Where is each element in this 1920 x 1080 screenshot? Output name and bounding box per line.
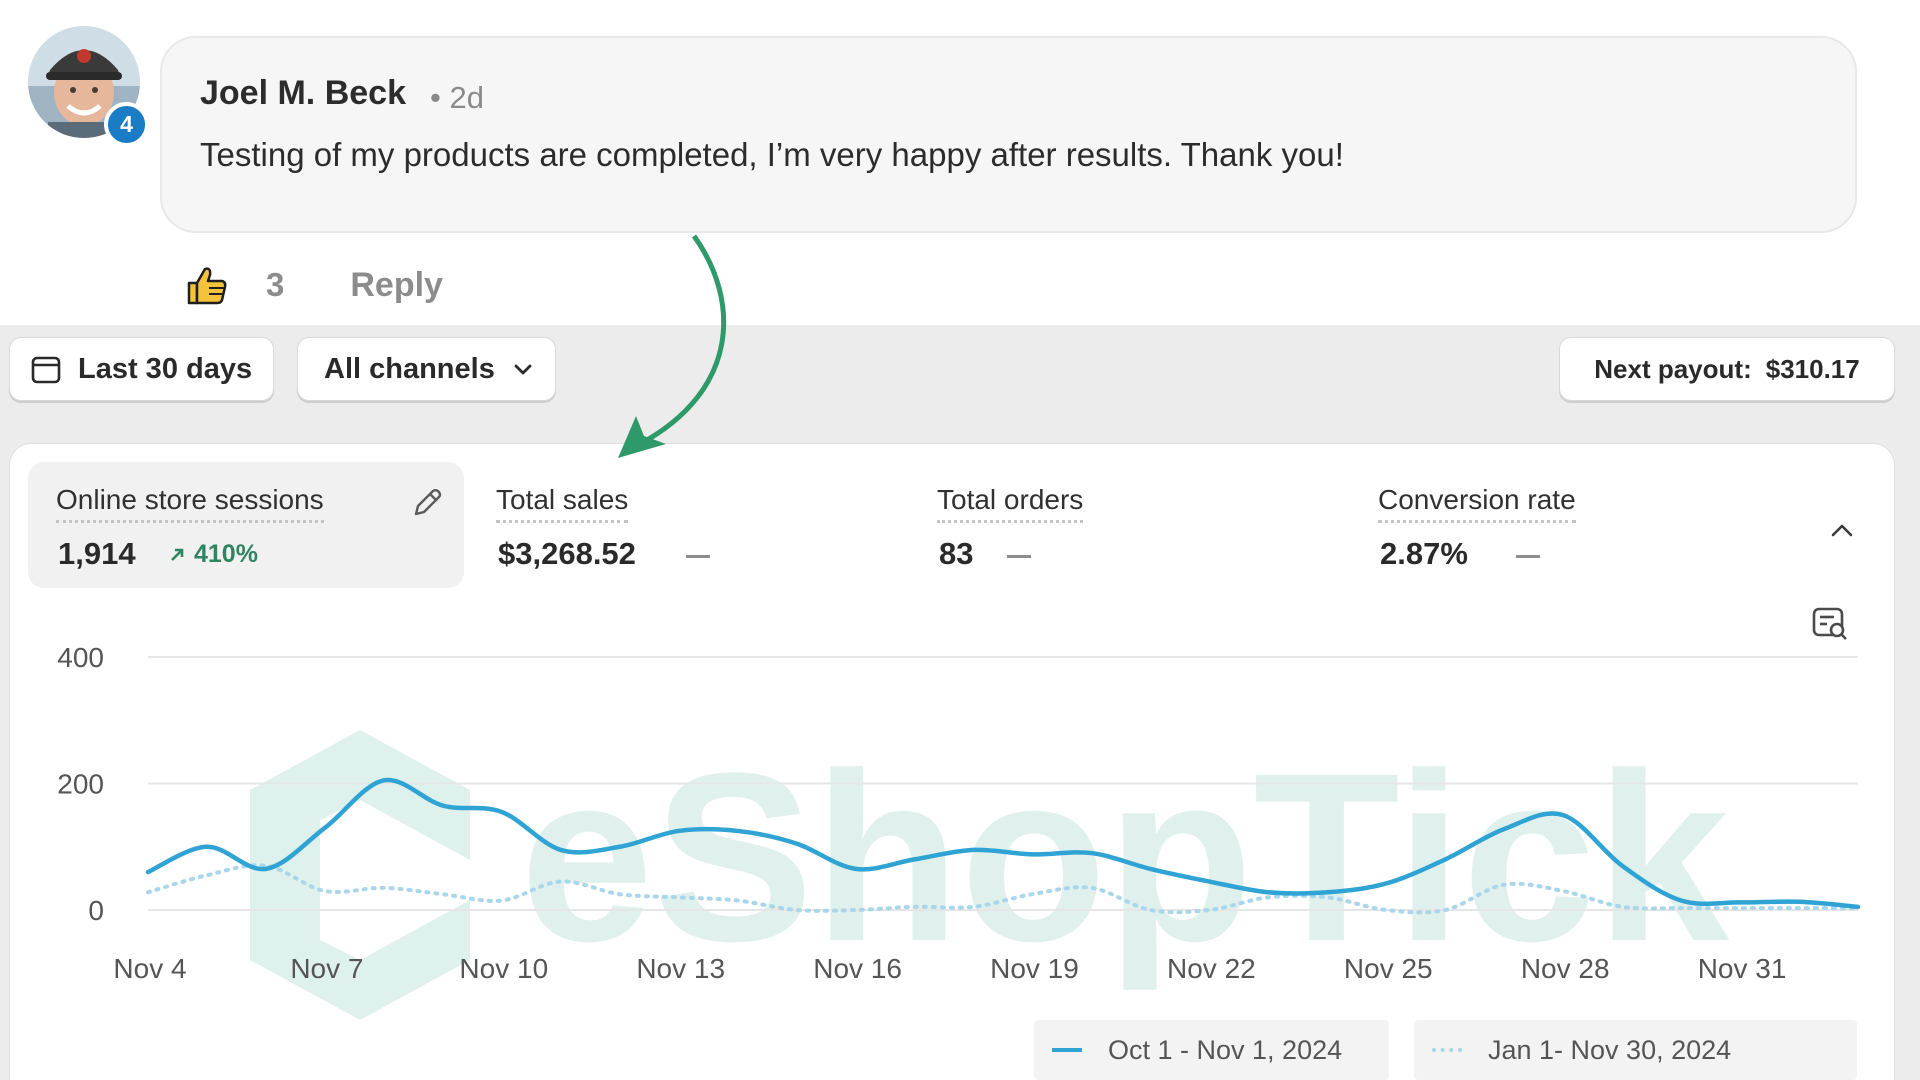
watermark-text: eShopTick <box>520 723 1730 991</box>
x-tick-label: Nov 13 <box>636 953 725 984</box>
y-tick-label: 200 <box>57 769 104 800</box>
legend-swatch-solid <box>1052 1048 1082 1052</box>
legend-label: Oct 1 - Nov 1, 2024 <box>1108 1034 1343 1065</box>
x-tick-label: Nov 19 <box>990 953 1079 984</box>
x-tick-label: Nov 4 <box>113 953 186 984</box>
legend-swatch-dotted <box>1432 1048 1462 1052</box>
sessions-chart: eShopTick 0 200 400 Nov 4 Nov 7 Nov 10 Nov 13… <box>57 234 1861 1020</box>
legend-label: Jan 1- Nov 30, 2024 <box>1488 1034 1732 1065</box>
x-tick-label: Nov 28 <box>1521 953 1610 984</box>
x-tick-label: Nov 31 <box>1698 953 1787 984</box>
annotation-arrowhead <box>618 416 666 458</box>
x-tick-label: Nov 25 <box>1344 953 1433 984</box>
x-tick-label: Nov 7 <box>290 953 363 984</box>
x-tick-label: Nov 22 <box>1167 953 1256 984</box>
annotation-arrow <box>638 234 727 447</box>
legend-comparison-period[interactable]: Jan 1- Nov 30, 2024 <box>1414 1020 1857 1080</box>
x-tick-label: Nov 16 <box>813 953 902 984</box>
legend-current-period[interactable]: Oct 1 - Nov 1, 2024 <box>1034 1020 1389 1080</box>
x-tick-label: Nov 10 <box>459 953 548 984</box>
y-tick-label: 0 <box>88 895 104 926</box>
y-tick-label: 400 <box>57 642 104 673</box>
